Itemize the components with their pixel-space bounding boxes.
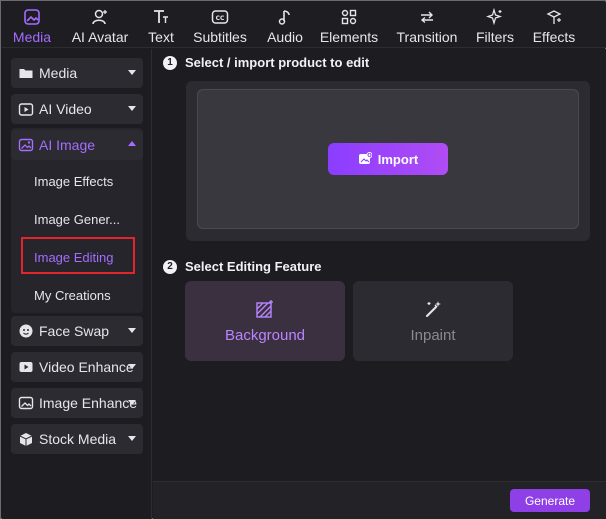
media-icon — [23, 6, 41, 28]
subitem-my-creations[interactable]: My Creations — [34, 288, 111, 303]
highlight-box — [21, 237, 135, 274]
tab-effects-label: Effects — [532, 29, 576, 45]
tab-transition[interactable]: Transition — [396, 2, 458, 48]
tab-elements[interactable]: Elements — [320, 2, 378, 48]
svg-text:CC: CC — [216, 15, 225, 22]
sidebar-item-face-swap[interactable]: Face Swap — [11, 316, 143, 346]
ai-avatar-icon — [91, 6, 109, 28]
chevron-down-icon — [128, 436, 136, 441]
tab-filters-label: Filters — [475, 29, 515, 45]
sidebar-item-label: Video Enhance — [39, 359, 134, 375]
chevron-down-icon — [128, 328, 136, 333]
sidebar-item-ai-video[interactable]: AI Video — [11, 94, 143, 124]
sidebar-item-stock-media[interactable]: Stock Media — [11, 424, 143, 454]
sidebar-item-label: Media — [39, 65, 78, 81]
sidebar-item-label: Face Swap — [39, 323, 110, 339]
tab-text[interactable]: Text — [146, 2, 176, 48]
top-toolbar: Media AI Avatar Text CC Subtitles Audio — [2, 2, 606, 48]
tab-ai-avatar-label: AI Avatar — [71, 29, 129, 45]
tab-effects[interactable]: Effects — [532, 2, 576, 48]
chevron-down-icon — [128, 106, 136, 111]
import-dropzone[interactable]: Import — [197, 89, 579, 229]
ai-image-icon — [17, 136, 35, 154]
feature-background[interactable]: Background — [185, 281, 345, 361]
step-2-heading: 2 Select Editing Feature — [163, 259, 322, 274]
effects-icon — [545, 6, 563, 28]
subitem-image-effects[interactable]: Image Effects — [34, 174, 113, 189]
generate-button[interactable]: Generate — [510, 489, 590, 512]
tab-subtitles-label: Subtitles — [193, 29, 247, 45]
transition-icon — [418, 6, 436, 28]
sidebar-item-label: AI Video — [39, 101, 92, 117]
subitem-image-generator[interactable]: Image Gener... — [34, 212, 120, 227]
feature-label: Inpaint — [410, 327, 456, 344]
tab-audio-label: Audio — [267, 29, 303, 45]
stock-media-icon — [17, 430, 35, 448]
sidebar: Media AI Video AI Image Image Effects Im… — [2, 49, 152, 519]
chevron-down-icon — [128, 70, 136, 75]
step-number: 2 — [163, 259, 177, 274]
video-enhance-icon — [17, 358, 35, 376]
feature-label: Background — [224, 327, 306, 344]
folder-icon — [17, 64, 35, 82]
import-card: Import — [186, 81, 590, 241]
sidebar-item-ai-image[interactable]: AI Image — [11, 130, 143, 160]
step-title: Select Editing Feature — [185, 259, 322, 274]
sidebar-item-label: Stock Media — [39, 431, 117, 447]
tab-transition-label: Transition — [396, 29, 458, 45]
filters-icon — [486, 6, 504, 28]
tab-audio[interactable]: Audio — [264, 2, 306, 48]
step-number: 1 — [163, 55, 177, 70]
audio-icon — [276, 6, 294, 28]
sidebar-item-label: AI Image — [39, 137, 96, 153]
chevron-down-icon — [128, 364, 136, 369]
sidebar-item-label: Image Enhance — [39, 395, 138, 411]
image-enhance-icon — [17, 394, 35, 412]
tab-media-label: Media — [12, 29, 52, 45]
subtitles-icon: CC — [211, 6, 229, 28]
main-panel: 1 Select / import product to edit Import… — [153, 49, 606, 519]
ai-video-icon — [17, 100, 35, 118]
image-add-icon — [358, 152, 372, 164]
app-window: Media AI Avatar Text CC Subtitles Audio — [0, 0, 606, 519]
face-swap-icon — [17, 322, 35, 340]
step-title: Select / import product to edit — [185, 55, 370, 70]
step-1-heading: 1 Select / import product to edit — [163, 55, 369, 70]
import-button-label: Import — [377, 151, 419, 167]
chevron-down-icon — [128, 400, 136, 405]
text-icon — [152, 6, 170, 28]
magic-wand-icon — [423, 299, 443, 321]
tab-text-label: Text — [148, 29, 174, 45]
elements-icon — [340, 6, 358, 28]
sidebar-item-media[interactable]: Media — [11, 58, 143, 88]
tab-ai-avatar[interactable]: AI Avatar — [69, 2, 131, 48]
tab-subtitles[interactable]: CC Subtitles — [192, 2, 248, 48]
footer-bar: Generate — [153, 481, 606, 519]
tab-media[interactable]: Media — [12, 2, 52, 48]
feature-inpaint[interactable]: Inpaint — [353, 281, 513, 361]
chevron-up-icon — [128, 141, 136, 146]
tab-elements-label: Elements — [319, 29, 379, 45]
sidebar-item-video-enhance[interactable]: Video Enhance — [11, 352, 143, 382]
tab-filters[interactable]: Filters — [476, 2, 514, 48]
sidebar-item-image-enhance[interactable]: Image Enhance — [11, 388, 143, 418]
import-button[interactable]: Import — [328, 143, 448, 175]
background-icon — [255, 299, 275, 321]
